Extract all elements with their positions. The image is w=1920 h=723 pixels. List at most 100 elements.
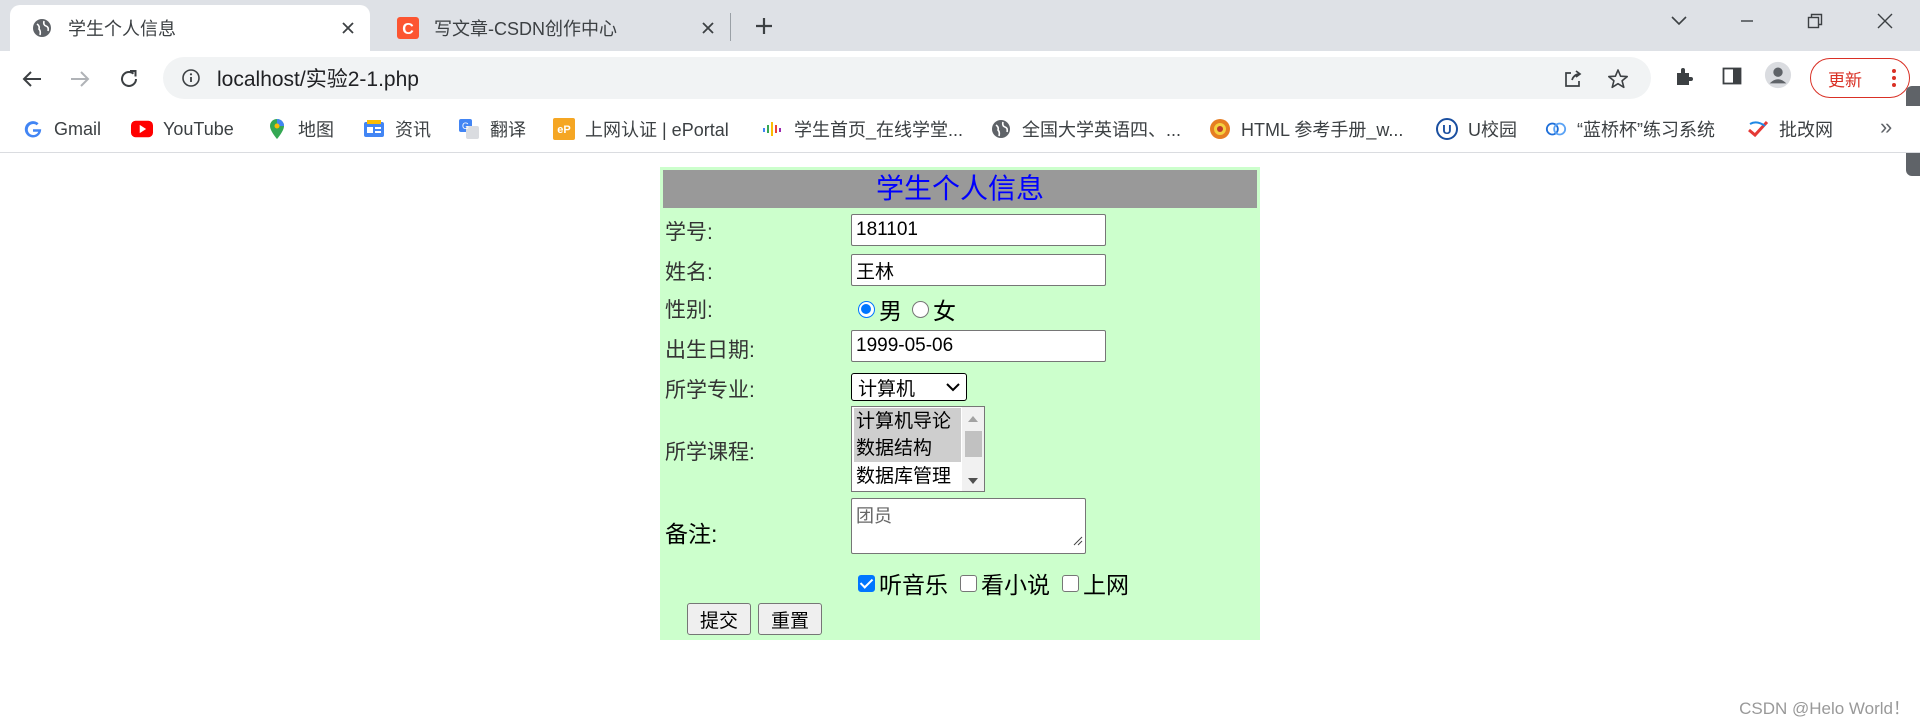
globe-icon <box>990 118 1012 140</box>
close-icon <box>1877 13 1893 29</box>
back-button[interactable] <box>14 61 50 97</box>
birthdate-label: 出生日期: <box>665 339 755 362</box>
bookmark-xuetang[interactable]: 学生首页_在线学堂... <box>762 115 963 143</box>
reset-button[interactable]: 重置 <box>758 603 822 635</box>
tab-student-info[interactable]: 学生个人信息 <box>10 5 370 51</box>
remarks-textarea[interactable]: 团员 <box>851 498 1086 554</box>
remarks-value: 团员 <box>856 506 892 526</box>
bookmark-gmail[interactable]: Gmail <box>22 115 101 143</box>
bookmark-label: 全国大学英语四、... <box>1022 120 1182 140</box>
major-select[interactable]: 计算机 <box>851 373 967 401</box>
bookmark-label: HTML 参考手册_w... <box>1241 120 1404 140</box>
bookmark-cet[interactable]: 全国大学英语四、... <box>990 115 1181 143</box>
bookmark-translate[interactable]: G 翻译 <box>458 115 526 143</box>
bookmark-ucampus[interactable]: U U校园 <box>1436 115 1517 143</box>
maps-icon <box>266 118 288 140</box>
bookmark-youtube[interactable]: YouTube <box>131 115 234 143</box>
gender-male-radio[interactable] <box>858 300 875 318</box>
back-arrow-icon <box>22 71 41 87</box>
tab-csdn[interactable]: C 写文章-CSDN创作中心 <box>376 5 730 51</box>
hobby-music-checkbox[interactable] <box>858 574 875 592</box>
course-option[interactable]: 数据结构 <box>854 435 961 462</box>
hobby-novel-checkbox[interactable] <box>960 574 977 592</box>
bookmark-label: 地图 <box>298 120 334 140</box>
chevron-down-icon <box>1671 16 1687 26</box>
scrollbar-thumb[interactable] <box>965 431 982 457</box>
lanqiao-icon <box>1545 118 1567 140</box>
student-info-form: 学生个人信息 学号: 姓名: 性别: 男 女 出生日期: 所学专业: 计算机 所… <box>660 167 1260 640</box>
scroll-up-icon[interactable] <box>967 412 979 424</box>
reload-button[interactable] <box>111 61 147 97</box>
bookmark-w3school[interactable]: HTML 参考手册_w... <box>1209 115 1403 143</box>
extensions-icon[interactable] <box>1670 62 1698 90</box>
csdn-watermark: CSDN @Helo World！ <box>1739 699 1910 718</box>
bookmark-label: 资讯 <box>395 120 431 140</box>
bookmark-news[interactable]: 资讯 <box>363 115 431 143</box>
minimize-button[interactable] <box>1713 0 1781 42</box>
w3-icon <box>1209 118 1231 140</box>
reload-icon <box>121 70 137 87</box>
name-input[interactable] <box>851 254 1106 286</box>
listbox-scrollbar[interactable] <box>962 407 984 491</box>
tab-title: 写文章-CSDN创作中心 <box>434 19 617 39</box>
bookmark-label: 翻译 <box>490 120 526 140</box>
tab-search-button[interactable] <box>1645 0 1713 42</box>
tab-strip: 学生个人信息 C 写文章-CSDN创作中心 <box>0 0 1920 51</box>
submit-button[interactable]: 提交 <box>687 603 751 635</box>
bookmark-label: Gmail <box>54 118 102 139</box>
info-icon[interactable] <box>179 66 203 90</box>
bookmark-label: YouTube <box>163 118 234 139</box>
close-icon[interactable] <box>336 16 360 40</box>
bookmark-pigai[interactable]: 批改网 <box>1747 115 1833 143</box>
bookmark-maps[interactable]: 地图 <box>266 115 334 143</box>
gender-female-radio[interactable] <box>912 300 929 318</box>
google-icon <box>22 118 44 140</box>
tab-divider <box>730 13 731 41</box>
side-panel-icon[interactable] <box>1718 62 1746 90</box>
forward-button[interactable] <box>62 61 98 97</box>
share-icon[interactable] <box>1560 66 1586 92</box>
birthdate-input[interactable] <box>851 330 1106 362</box>
bookmark-lanqiao[interactable]: “蓝桥杯”练习系统 <box>1545 115 1715 143</box>
student-id-label: 学号: <box>665 221 713 244</box>
svg-text:G: G <box>462 121 469 131</box>
svg-text:C: C <box>402 21 414 38</box>
bookmarks-bar: Gmail YouTube 地图 资讯 G 翻译 eP 上网认证 | ePort… <box>0 106 1920 153</box>
news-icon <box>363 118 385 140</box>
eportal-icon: eP <box>553 118 575 140</box>
plus-icon <box>756 18 772 34</box>
courses-listbox[interactable]: 计算机导论 数据结构 数据库管理 <box>851 406 985 492</box>
gender-male-label: 男 <box>879 298 902 324</box>
student-id-input[interactable] <box>851 214 1106 246</box>
profile-avatar-icon[interactable] <box>1764 61 1792 89</box>
scroll-down-icon[interactable] <box>967 475 979 487</box>
course-option[interactable]: 数据库管理 <box>854 463 961 490</box>
svg-text:eP: eP <box>557 124 570 136</box>
bookmark-eportal[interactable]: eP 上网认证 | ePortal <box>553 115 729 143</box>
hobby-internet-checkbox[interactable] <box>1062 574 1079 592</box>
youtube-icon <box>131 118 153 140</box>
minimize-icon <box>1741 20 1753 22</box>
resize-grip-icon[interactable] <box>1073 530 1083 551</box>
new-tab-button[interactable] <box>748 10 780 42</box>
update-label: 更新 <box>1828 70 1862 90</box>
star-icon[interactable] <box>1605 66 1631 92</box>
tab-title: 学生个人信息 <box>68 19 176 39</box>
major-label: 所学专业: <box>665 379 755 402</box>
close-window-button[interactable] <box>1851 0 1919 42</box>
major-selected-value: 计算机 <box>858 378 916 400</box>
hobby-novel-label: 看小说 <box>981 572 1050 598</box>
forward-arrow-icon <box>71 71 90 87</box>
bookmarks-overflow-icon[interactable]: » <box>1880 114 1892 140</box>
restore-button[interactable] <box>1781 0 1849 42</box>
remarks-label: 备注: <box>665 521 718 547</box>
gender-female-label: 女 <box>933 298 956 324</box>
url-text[interactable]: localhost/实验2-1.php <box>217 63 419 93</box>
more-vert-icon <box>1891 68 1897 91</box>
update-button[interactable]: 更新 <box>1810 58 1910 98</box>
gender-label: 性别: <box>665 299 713 322</box>
bookmark-label: U校园 <box>1468 120 1517 140</box>
address-bar[interactable]: localhost/实验2-1.php <box>163 57 1651 99</box>
close-icon[interactable] <box>696 16 720 40</box>
course-option[interactable]: 计算机导论 <box>854 408 961 435</box>
